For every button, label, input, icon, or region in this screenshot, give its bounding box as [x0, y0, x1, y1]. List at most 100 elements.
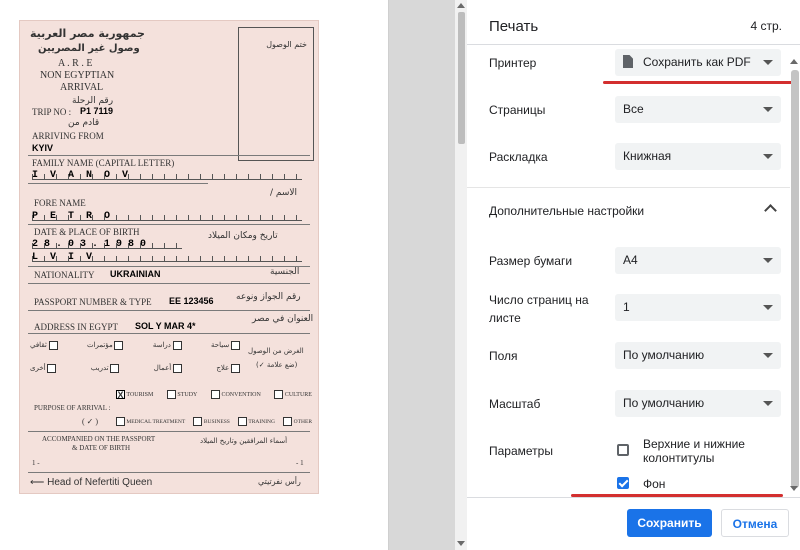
cancel-button[interactable]: Отмена — [721, 509, 789, 537]
checkbox-icon — [166, 390, 176, 399]
purpose-ar-row2: أخرى تدريب أعمال علاج — [30, 364, 240, 373]
scale-select[interactable]: По умолчанию — [615, 390, 781, 417]
label: مؤتمرات — [86, 341, 113, 350]
address-value: SOL Y MAR 4* — [135, 321, 196, 331]
label: دراسة — [152, 341, 171, 350]
companion-1-right: - 1 — [296, 459, 304, 467]
fore-name-boxes — [32, 215, 302, 221]
label: أخرى — [30, 364, 46, 373]
scroll-down-icon[interactable] — [790, 486, 798, 491]
scroll-up-icon[interactable] — [790, 59, 798, 64]
select-value: По умолчанию — [623, 348, 705, 362]
purpose-ar-item: أخرى — [30, 364, 57, 373]
arrival-stamp-box: ختم الوصول — [238, 27, 314, 161]
label: CONVENTION — [221, 391, 261, 398]
print-settings-panel: Печать 4 стр. Принтер Сохранить как PDF … — [467, 0, 800, 550]
checkbox-icon — [238, 417, 248, 426]
purpose-ar-item: أعمال — [154, 364, 182, 373]
divider — [28, 183, 208, 184]
scroll-down-icon[interactable] — [457, 541, 465, 546]
divider — [28, 472, 310, 473]
dropdown-arrow-icon — [763, 60, 773, 65]
printer-select[interactable]: Сохранить как PDF — [615, 49, 781, 76]
dropdown-arrow-icon — [763, 258, 773, 263]
name-label-ar: الاسم / — [270, 188, 298, 198]
pages-per-sheet-select[interactable]: 1 — [615, 294, 781, 321]
divider — [467, 187, 790, 188]
checkbox-icon — [283, 417, 293, 426]
select-value: Книжная — [623, 149, 672, 163]
accompanied-label-2: & DATE OF BIRTH — [72, 444, 131, 452]
dropdown-arrow-icon — [763, 305, 773, 310]
purpose-en-row1: X TOURISM STUDY CONVENTION CULTURE — [116, 390, 312, 400]
label: تدريب — [90, 364, 109, 373]
select-value: 1 — [623, 300, 630, 314]
background-checkbox[interactable] — [617, 477, 629, 489]
checkbox-icon — [274, 390, 284, 399]
chevron-up-icon[interactable] — [764, 204, 777, 217]
label: BUSINESS — [203, 418, 230, 425]
divider — [467, 497, 800, 498]
divider — [28, 333, 310, 334]
label: TRAINING — [248, 418, 275, 425]
margins-select[interactable]: По умолчанию — [615, 342, 781, 369]
purpose-en-item: MEDICAL TREATMENT — [116, 417, 185, 426]
purpose-en-item: STUDY — [166, 390, 197, 399]
select-value: Сохранить как PDF — [643, 55, 751, 69]
checkbox-icon — [172, 364, 182, 373]
headers-footers-checkbox[interactable] — [617, 444, 629, 456]
purpose-en-item: CONVENTION — [210, 390, 261, 399]
purpose-ar-item: سياحة — [211, 341, 240, 350]
nationality-label-ar: الجنسية — [270, 267, 300, 277]
scroll-up-icon[interactable] — [457, 3, 465, 8]
preview-scrollbar-thumb[interactable] — [458, 12, 465, 144]
pdf-file-icon — [623, 55, 633, 68]
checkbox-icon — [210, 390, 220, 399]
label: أعمال — [153, 364, 172, 373]
checkbox-icon — [230, 364, 240, 373]
purpose-en-item: CULTURE — [274, 390, 312, 399]
paper-size-select[interactable]: A4 — [615, 247, 781, 274]
settings-scrollbar-thumb[interactable] — [791, 70, 799, 488]
dob-label-ar: تاريخ ومكان الميلاد — [208, 231, 278, 241]
dropdown-arrow-icon — [763, 154, 773, 159]
purpose-ar-item: مؤتمرات — [87, 341, 124, 350]
headers-footers-label[interactable]: Верхние и нижние колонтитулы — [643, 437, 745, 465]
arrival-card-image: جمهورية مصر العربية وصول غير المصريين A … — [19, 20, 319, 494]
trip-label-ar: رقم الرحلة — [72, 96, 114, 106]
layout-select[interactable]: Книжная — [615, 143, 781, 170]
divider — [28, 283, 310, 284]
arriving-from-value: KYIV — [32, 143, 54, 153]
background-label[interactable]: Фон — [643, 475, 665, 493]
pob-boxes — [32, 256, 302, 262]
purpose-label-ar: الغرض من الوصول — [248, 347, 304, 355]
card-subtitle-ar: وصول غير المصريين — [38, 43, 140, 54]
trip-value: P1 7119 — [80, 106, 114, 116]
pages-per-sheet-label: Число страниц на листе — [489, 291, 589, 327]
purpose-ar-item: دراسة — [153, 341, 182, 350]
passport-value: EE 123456 — [169, 296, 214, 306]
layout-label: Раскладка — [489, 150, 548, 164]
dob-boxes — [32, 243, 182, 249]
dropdown-arrow-icon — [763, 353, 773, 358]
checkbox-icon — [114, 341, 124, 350]
card-are: A . R . E — [58, 58, 93, 69]
label: Верхние и нижние — [643, 437, 745, 451]
purpose-en-item: TRAINING — [238, 417, 275, 426]
accompanied-label-ar: أسماء المرافقين وتاريخ الميلاد — [200, 437, 288, 445]
divider — [28, 310, 310, 311]
label: علاج — [216, 364, 230, 373]
purpose-label: PURPOSE OF ARRIVAL : — [34, 404, 111, 412]
purpose-ar-item: علاج — [216, 364, 240, 373]
checkbox-icon — [172, 341, 182, 350]
save-button[interactable]: Сохранить — [627, 509, 712, 537]
arriving-from-label: ARRIVING FROM — [32, 131, 104, 141]
address-label-ar: العنوان في مصر — [252, 314, 314, 324]
checkbox-icon — [116, 417, 125, 426]
companion-1-left: 1 - — [32, 459, 40, 467]
more-settings-toggle[interactable]: Дополнительные настройки — [489, 202, 644, 220]
checkbox-icon — [48, 341, 58, 350]
pages-select[interactable]: Все — [615, 96, 781, 123]
dropdown-arrow-icon — [763, 401, 773, 406]
label: колонтитулы — [643, 451, 715, 465]
